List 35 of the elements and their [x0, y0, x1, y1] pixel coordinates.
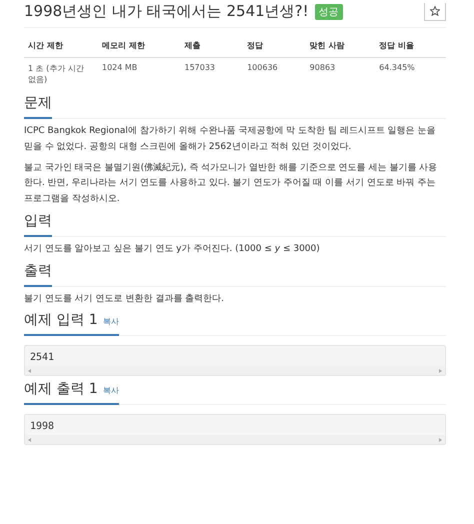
column-header: 제출 [180, 34, 244, 58]
left-arrow-icon[interactable] [28, 438, 31, 442]
column-header: 시간 제한 [24, 34, 98, 58]
paragraph: 불교 국가인 태국은 불멸기원(佛滅紀元), 즉 석가모니가 열반한 해를 기준으로 연도를 세는 불기를 사용한다. 반면, 우리나라는 서기 연도를 사용하고 있다. 불기 연도가 주어질 때 이를 서기 연도로 바꿔 주는 프로그램을 작성하시오. [24, 162, 438, 206]
column-header: 정답 [243, 34, 306, 58]
copy-link[interactable]: 복사 [102, 316, 119, 328]
table-cell: 1024 MB [98, 58, 180, 90]
right-arrow-icon[interactable] [439, 438, 442, 442]
column-header: 맞힌 사람 [306, 34, 376, 58]
horizontal-scrollbar[interactable] [25, 435, 445, 444]
right-arrow-icon[interactable] [439, 368, 442, 373]
problem-title: 1998년생인 내가 태국에서는 2541년생?! [24, 2, 309, 21]
paragraph: 서기 연도를 알아보고 싶은 불기 연도 y가 주어진다. (1000 ≤ y ≤ 3000) [24, 242, 321, 256]
column-header: 정답 비율 [375, 34, 446, 58]
paragraph: 불기 연도를 서기 연도로 변환한 결과를 출력한다. [24, 292, 226, 306]
star-button[interactable] [424, 2, 446, 20]
section-heading: 입력 [24, 212, 52, 237]
sample-code: 2541 [29, 351, 56, 366]
section-heading: 출력 [24, 262, 52, 286]
table-cell: 100636 [243, 58, 306, 90]
section-heading: 문제 [24, 94, 52, 119]
column-header: 메모리 제한 [98, 34, 180, 58]
status-badge: 성공 [314, 4, 343, 20]
table-cell: 157033 [180, 58, 244, 90]
star-icon [430, 6, 440, 16]
table-cell: 90863 [306, 58, 376, 90]
paragraph: ICPC Bangkok Regional에 참가하기 위해 수완나품 국제공항에 막 도착한 팀 레드시프트 일행은 눈을 믿을 수 없었다. 공항의 대형 스크린에 올해가 2562년이라고 적혀 있던 것이었다. [24, 125, 437, 154]
copy-link[interactable]: 복사 [102, 385, 119, 396]
table-cell: 64.345% [375, 58, 446, 90]
section-heading: 예제 입력 1 [24, 311, 98, 330]
section-heading: 예제 출력 1 [24, 380, 98, 398]
horizontal-scrollbar[interactable] [25, 366, 445, 376]
sample-code: 1998 [29, 420, 56, 434]
table-cell: 1 초 (추가 시간 없음) [24, 58, 98, 90]
left-arrow-icon[interactable] [28, 368, 31, 373]
